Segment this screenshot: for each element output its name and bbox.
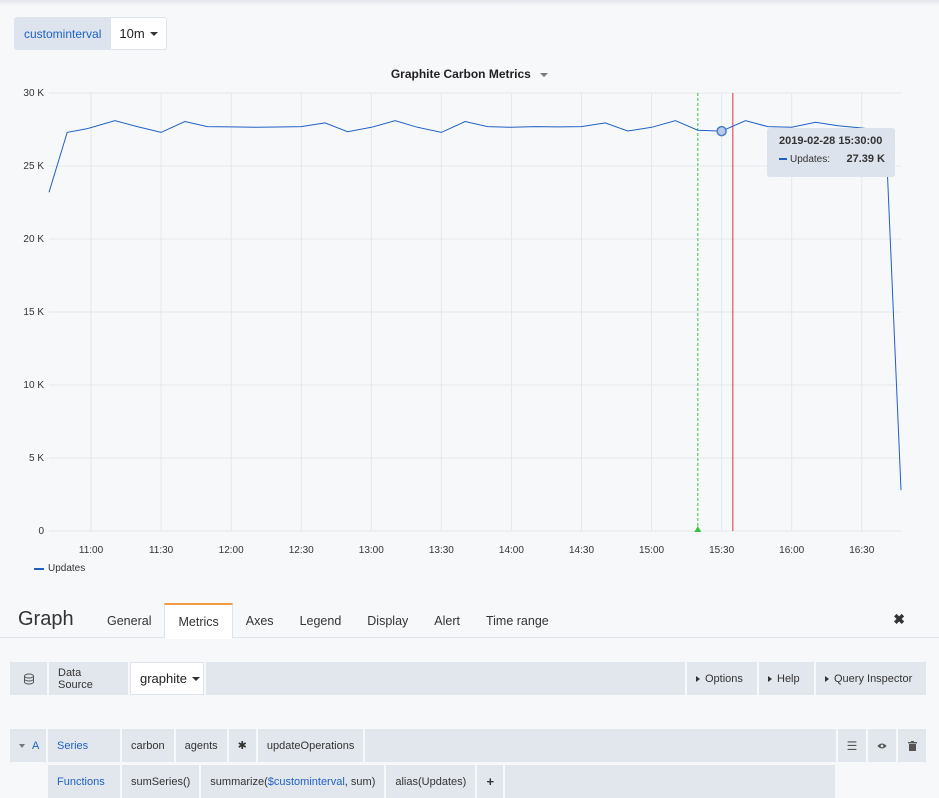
tab-display[interactable]: Display bbox=[354, 603, 421, 638]
segment-agents[interactable]: agents bbox=[175, 729, 227, 762]
datasource-label: Data Source bbox=[49, 662, 128, 695]
variable-label: custominterval bbox=[14, 17, 112, 50]
caret-right-icon bbox=[768, 675, 772, 682]
menu-icon[interactable]: ☰ bbox=[838, 729, 866, 762]
function-summarize-suffix: , sum) bbox=[344, 775, 376, 788]
functions-label: Functions bbox=[48, 765, 120, 798]
database-icon bbox=[10, 662, 47, 695]
x-tick-label: 12:30 bbox=[289, 545, 314, 556]
series-label: Series bbox=[48, 729, 120, 762]
add-function-button[interactable]: + bbox=[477, 765, 504, 798]
query-collapse-toggle[interactable]: A bbox=[10, 729, 46, 762]
query-inspector-button[interactable]: Query Inspector bbox=[816, 662, 926, 695]
caret-down-icon bbox=[540, 72, 549, 77]
panel-title[interactable]: Graphite Carbon Metrics bbox=[0, 67, 939, 81]
close-icon[interactable]: ✖ bbox=[893, 611, 905, 628]
query-inspector-label: Query Inspector bbox=[834, 672, 913, 685]
hover-point bbox=[716, 125, 727, 137]
x-tick-label: 15:00 bbox=[639, 545, 664, 556]
y-tick-label: 10 K bbox=[23, 380, 44, 391]
options-label: Options bbox=[705, 672, 743, 685]
tab-metrics[interactable]: Metrics bbox=[164, 603, 233, 639]
panel-title-text: Graphite Carbon Metrics bbox=[390, 67, 531, 81]
help-button[interactable]: Help bbox=[759, 662, 814, 695]
x-tick-label: 14:30 bbox=[569, 545, 594, 556]
annotation-marker bbox=[694, 526, 702, 532]
tooltip-swatch bbox=[779, 158, 787, 160]
datasource-value: graphite bbox=[140, 671, 187, 686]
y-tick-label: 20 K bbox=[23, 234, 44, 245]
x-tick-label: 16:30 bbox=[849, 545, 874, 556]
function-summarize[interactable]: summarize($custominterval, sum) bbox=[201, 765, 385, 798]
eye-icon[interactable] bbox=[868, 729, 896, 762]
editor-title: Graph bbox=[18, 608, 74, 630]
caret-down-icon bbox=[149, 31, 158, 36]
options-button[interactable]: Options bbox=[687, 662, 757, 695]
series-filler bbox=[365, 729, 836, 762]
tab-general[interactable]: General bbox=[94, 603, 164, 638]
tab-legend[interactable]: Legend bbox=[287, 603, 355, 638]
x-tick-label: 11:00 bbox=[79, 545, 104, 556]
query-ref: A bbox=[32, 739, 40, 752]
variable-dropdown[interactable]: 10m bbox=[111, 17, 167, 50]
query-row-a: A Series carbon agents ✱ updateOperation… bbox=[10, 729, 926, 762]
y-tick-label: 25 K bbox=[23, 161, 44, 172]
template-variable: custominterval 10m bbox=[14, 17, 167, 50]
functions-row: Functions sumSeries() summarize($customi… bbox=[48, 765, 835, 798]
segment-carbon[interactable]: carbon bbox=[122, 729, 174, 762]
datasource-filler bbox=[206, 662, 685, 695]
x-tick-label: 13:30 bbox=[429, 545, 454, 556]
x-axis: 11:00 11:30 12:00 12:30 13:00 13:30 14:00 14:30… bbox=[79, 545, 875, 556]
variable-value: 10m bbox=[119, 26, 145, 41]
function-summarize-variable[interactable]: $custominterval bbox=[268, 776, 345, 788]
x-tick-label: 11:30 bbox=[149, 545, 174, 556]
graph-tooltip: 2019-02-28 15:30:00 Updates: 27.39 K bbox=[767, 128, 895, 177]
tab-alert[interactable]: Alert bbox=[421, 603, 473, 638]
top-bar-shadow bbox=[0, 0, 939, 6]
caret-down-icon bbox=[19, 743, 25, 748]
x-tick-label: 14:00 bbox=[499, 545, 524, 556]
legend[interactable]: Updates bbox=[34, 563, 85, 574]
y-tick-label: 30 K bbox=[23, 88, 44, 99]
tab-axes[interactable]: Axes bbox=[233, 603, 287, 638]
caret-right-icon bbox=[696, 675, 700, 682]
tooltip-row: Updates: 27.39 K bbox=[779, 153, 885, 165]
caret-right-icon bbox=[825, 675, 829, 682]
tab-time-range[interactable]: Time range bbox=[473, 603, 562, 638]
function-alias[interactable]: alias(Updates) bbox=[386, 765, 476, 798]
legend-swatch bbox=[34, 567, 44, 570]
function-summarize-prefix: summarize( bbox=[210, 775, 268, 788]
help-label: Help bbox=[777, 672, 800, 685]
functions-filler bbox=[505, 765, 835, 798]
x-tick-label: 12:00 bbox=[219, 545, 244, 556]
y-tick-label: 5 K bbox=[29, 453, 44, 464]
y-axis: 30 K 25 K 20 K 15 K 10 K 5 K 0 bbox=[23, 88, 44, 537]
tooltip-time: 2019-02-28 15:30:00 bbox=[779, 135, 883, 147]
tooltip-series: Updates: bbox=[790, 153, 831, 165]
x-tick-label: 16:00 bbox=[779, 545, 804, 556]
datasource-row: Data Source graphite Options Help Query … bbox=[10, 662, 926, 695]
editor-tabs: General Metrics Axes Legend Display Aler… bbox=[94, 603, 562, 639]
y-tick-label: 15 K bbox=[23, 307, 44, 318]
trash-icon[interactable] bbox=[898, 729, 926, 762]
panel-editor-header: Graph General Metrics Axes Legend Displa… bbox=[0, 600, 939, 639]
caret-down-icon bbox=[191, 676, 200, 681]
segment-update-operations[interactable]: updateOperations bbox=[257, 729, 364, 762]
datasource-select[interactable]: graphite bbox=[130, 662, 204, 695]
function-sumseries[interactable]: sumSeries() bbox=[122, 765, 200, 798]
legend-label: Updates bbox=[48, 563, 86, 574]
y-tick-label: 0 bbox=[38, 526, 44, 537]
x-tick-label: 13:00 bbox=[359, 545, 384, 556]
tooltip-value: 27.39 K bbox=[846, 153, 885, 165]
segment-wildcard[interactable]: ✱ bbox=[228, 729, 256, 762]
x-tick-label: 15:30 bbox=[709, 545, 734, 556]
